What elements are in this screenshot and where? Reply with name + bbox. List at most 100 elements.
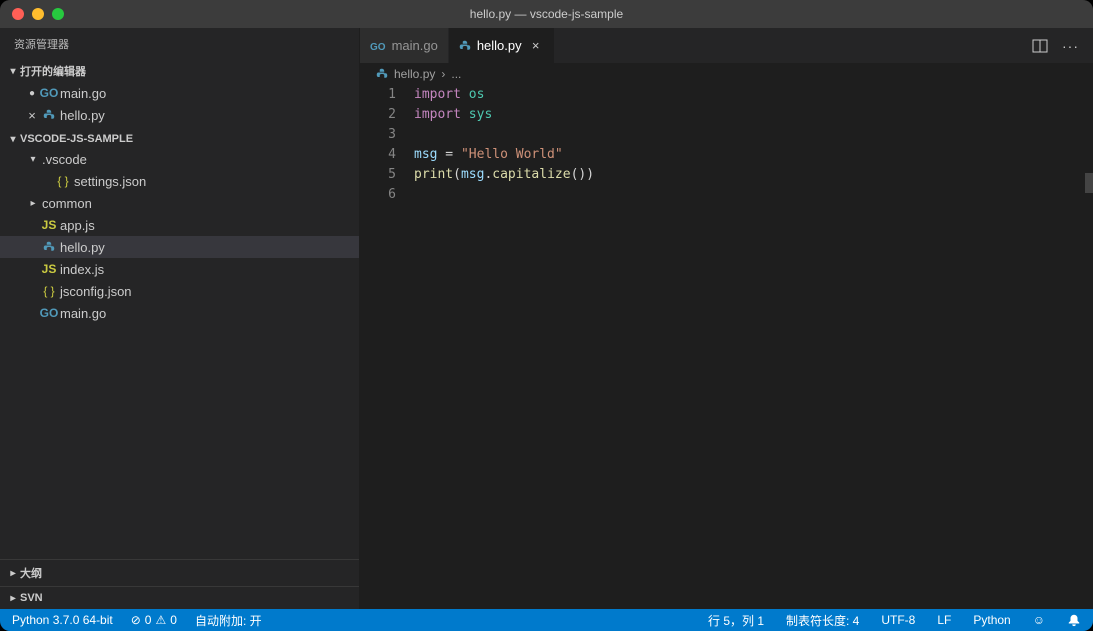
line-number: 4 [360, 145, 396, 165]
code-line[interactable] [414, 185, 1093, 205]
status-tabsize[interactable]: 制表符长度: 4 [782, 612, 863, 629]
editor-tab[interactable]: hello.py × [449, 28, 555, 63]
status-attach[interactable]: 自动附加: 开 [191, 612, 266, 629]
status-feedback-icon[interactable]: ☺ [1029, 613, 1049, 627]
tab-actions: ··· [1032, 38, 1093, 54]
json-file-icon: { } [40, 284, 58, 298]
code-line[interactable]: import sys [414, 105, 1093, 125]
chevron-down-icon: ▾ [26, 154, 40, 165]
tree-item-label: hello.py [58, 240, 105, 255]
status-language[interactable]: Python [969, 613, 1014, 627]
breadcrumb-more: ... [451, 67, 461, 81]
tab-label: hello.py [477, 38, 522, 53]
maximize-window-button[interactable] [52, 8, 64, 20]
minimap[interactable] [1077, 85, 1093, 609]
status-bell-icon[interactable] [1063, 613, 1085, 627]
python-file-icon [40, 241, 58, 253]
titlebar: hello.py — vscode-js-sample [0, 0, 1093, 28]
open-editors-section[interactable]: ▾ 打开的编辑器 [0, 60, 359, 82]
code-line[interactable]: print(msg.capitalize()) [414, 165, 1093, 185]
open-editors-list: ●GOmain.go × hello.py [0, 82, 359, 130]
breadcrumb-separator: › [441, 67, 445, 81]
line-number: 5 [360, 165, 396, 185]
go-file-icon: GO [40, 306, 58, 320]
code-editor[interactable]: 123456 import osimport sys msg = "Hello W… [360, 85, 1093, 609]
error-icon: ⊘ [131, 613, 141, 627]
warning-icon: ⚠ [155, 613, 166, 627]
outline-section[interactable]: ▸ 大纲 [0, 559, 359, 586]
window-title: hello.py — vscode-js-sample [470, 7, 623, 21]
svn-section[interactable]: ▸ SVN [0, 586, 359, 609]
chevron-right-icon: ▸ [6, 593, 20, 604]
line-number: 3 [360, 125, 396, 145]
file-item[interactable]: { }settings.json [0, 170, 359, 192]
project-section[interactable]: ▾ VSCODE-JS-SAMPLE [0, 130, 359, 148]
status-encoding[interactable]: UTF-8 [877, 613, 919, 627]
line-gutter: 123456 [360, 85, 414, 609]
file-item[interactable]: GOmain.go [0, 302, 359, 324]
close-window-button[interactable] [12, 8, 24, 20]
code-content[interactable]: import osimport sys msg = "Hello World"pr… [414, 85, 1093, 609]
editor-tab[interactable]: GO main.go [360, 28, 449, 63]
open-editor-label: main.go [58, 86, 106, 101]
json-file-icon: { } [54, 174, 72, 188]
file-item[interactable]: JSapp.js [0, 214, 359, 236]
tabs-container: GO main.go hello.py × [360, 28, 555, 63]
statusbar: Python 3.7.0 64-bit ⊘0 ⚠0 自动附加: 开 行 5，列 … [0, 609, 1093, 631]
open-editor-item[interactable]: ●GOmain.go [0, 82, 359, 104]
collapsed-sections: ▸ 大纲 ▸ SVN [0, 559, 359, 609]
open-editors-title: 打开的编辑器 [20, 63, 86, 79]
code-line[interactable]: msg = "Hello World" [414, 145, 1093, 165]
open-editor-label: hello.py [58, 108, 105, 123]
line-number: 1 [360, 85, 396, 105]
tree-item-label: app.js [58, 218, 95, 233]
breadcrumb[interactable]: hello.py › ... [360, 63, 1093, 85]
tab-label: main.go [392, 38, 438, 53]
minimap-slider[interactable] [1085, 173, 1093, 193]
editor-dot-icon: ● [24, 88, 40, 99]
status-problems[interactable]: ⊘0 ⚠0 [127, 613, 181, 627]
svn-title: SVN [20, 592, 43, 604]
folder-item[interactable]: ▾.vscode [0, 148, 359, 170]
js-file-icon: JS [40, 218, 58, 232]
project-title: VSCODE-JS-SAMPLE [20, 133, 133, 145]
file-tree: ▾.vscode{ }settings.json▸commonJSapp.jsh… [0, 148, 359, 328]
traffic-lights [0, 8, 64, 20]
vscode-window: hello.py — vscode-js-sample 资源管理器 ▾ 打开的编… [0, 0, 1093, 631]
split-editor-icon[interactable] [1032, 38, 1048, 54]
close-tab-icon[interactable]: × [528, 38, 544, 53]
outline-title: 大纲 [20, 565, 42, 581]
tree-item-label: .vscode [40, 152, 87, 167]
tree-item-label: jsconfig.json [58, 284, 132, 299]
line-number: 2 [360, 105, 396, 125]
chevron-right-icon: ▸ [26, 198, 40, 209]
status-cursor[interactable]: 行 5，列 1 [704, 612, 768, 629]
file-item[interactable]: { }jsconfig.json [0, 280, 359, 302]
line-number: 6 [360, 185, 396, 205]
sidebar-header: 资源管理器 [0, 28, 359, 60]
minimize-window-button[interactable] [32, 8, 44, 20]
sidebar: 资源管理器 ▾ 打开的编辑器 ●GOmain.go×hello.py ▾ VSC… [0, 28, 360, 609]
folder-item[interactable]: ▸common [0, 192, 359, 214]
more-actions-icon[interactable]: ··· [1062, 38, 1079, 54]
chevron-down-icon: ▾ [6, 134, 20, 145]
tree-item-label: index.js [58, 262, 104, 277]
python-file-icon [40, 109, 58, 121]
code-line[interactable] [414, 125, 1093, 145]
open-editor-item[interactable]: × hello.py [0, 104, 359, 126]
tree-item-label: main.go [58, 306, 106, 321]
go-file-icon: GO [370, 39, 386, 53]
code-line[interactable]: import os [414, 85, 1093, 105]
status-python[interactable]: Python 3.7.0 64-bit [8, 613, 117, 627]
status-eol[interactable]: LF [933, 613, 955, 627]
close-editor-icon[interactable]: × [24, 108, 40, 123]
tree-item-label: settings.json [72, 174, 146, 189]
go-file-icon: GO [40, 86, 58, 100]
chevron-down-icon: ▾ [6, 66, 20, 77]
tree-item-label: common [40, 196, 92, 211]
editor-area: GO main.go hello.py × ··· hello.py › ... 12… [360, 28, 1093, 609]
workbench-body: 资源管理器 ▾ 打开的编辑器 ●GOmain.go×hello.py ▾ VSC… [0, 28, 1093, 609]
file-item[interactable]: hello.py [0, 236, 359, 258]
file-item[interactable]: JSindex.js [0, 258, 359, 280]
breadcrumb-file: hello.py [394, 67, 435, 81]
